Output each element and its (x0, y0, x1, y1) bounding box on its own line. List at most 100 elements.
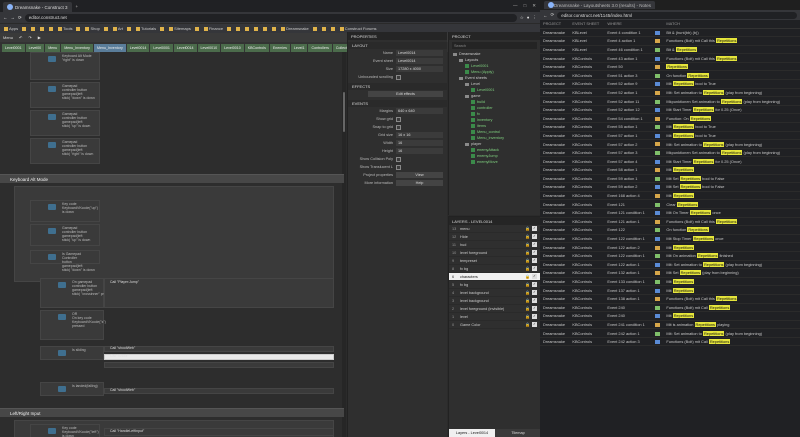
scroll-thumb[interactable] (343, 92, 345, 132)
bookmark-item[interactable]: Art (113, 26, 123, 31)
lock-icon[interactable]: 🔒 (525, 226, 530, 231)
forward-icon[interactable]: → (11, 15, 16, 20)
editor-tab[interactable]: Enemies (269, 44, 290, 52)
result-row[interactable]: Dreamsnake KBControls Event 52 action 11 Mk… (540, 96, 800, 106)
property-checkbox[interactable] (396, 156, 401, 162)
editor-tab[interactable]: Menu_Inventory (61, 44, 93, 52)
result-row[interactable]: Dreamsnake KBControls Event 137 action 1 Mi… (540, 285, 800, 295)
event-condition[interactable]: Keyboard Alt Mode "right" is down (62, 54, 92, 62)
event-block[interactable] (104, 388, 334, 394)
lock-icon[interactable]: 🔒 (525, 314, 530, 319)
lock-icon[interactable]: 🔒 (525, 282, 530, 287)
bookmark-item[interactable] (40, 26, 45, 31)
layer-row[interactable]: 3 level background 🔒 ✓ (449, 297, 540, 305)
bookmark-item[interactable] (76, 26, 81, 31)
bookmark-item[interactable] (313, 26, 318, 31)
edit-effects-button[interactable]: Edit effects (368, 91, 443, 97)
layer-row[interactable]: 1 level 🔒 ✓ (449, 313, 540, 321)
result-row[interactable]: Dreamsnake KBLevel Event 4 action 1 Functio… (540, 36, 800, 46)
result-row[interactable]: Dreamsnake KBControls Event 241 condition … (540, 320, 800, 330)
bookmark-item[interactable] (272, 26, 277, 31)
bookmark-item[interactable] (227, 26, 232, 31)
lock-icon[interactable]: 🔒 (525, 322, 530, 327)
result-row[interactable]: Dreamsnake KBControls Event 242 action 3 Fu… (540, 337, 800, 347)
bookmark-item[interactable] (195, 26, 200, 31)
minimize-button[interactable]: — (513, 3, 518, 9)
column-header[interactable]: EVENT SHEET (569, 20, 605, 29)
visible-checkbox[interactable]: ✓ (532, 274, 537, 279)
bookmark-item[interactable] (236, 26, 241, 31)
layer-row[interactable]: 6 characters 🔒 ✓ (449, 273, 540, 281)
event-condition[interactable]: Gamepad controller button gamepad(left s… (62, 140, 93, 156)
result-row[interactable]: Dreamsnake KBControls Event 133 condition … (540, 277, 800, 287)
tab-layers[interactable]: Layers - Level0014 (449, 429, 495, 437)
back-icon[interactable]: ← (543, 13, 548, 18)
event-action[interactable]: Call "Shoot" (110, 354, 129, 358)
editor-tab[interactable]: Level0014 (126, 44, 150, 52)
lock-icon[interactable]: 🔒 (525, 250, 530, 255)
bookmark-item[interactable] (104, 26, 109, 31)
event-condition[interactable]: Key code KeyboardVKcode("left") is down (62, 426, 99, 437)
result-row[interactable]: Dreamsnake KBControls Event 168 action 4 Mi… (540, 191, 800, 201)
menu-icon[interactable]: ⋮ (533, 15, 538, 21)
result-row[interactable]: Dreamsnake KBLevel Event 4 condition 1 Bit … (540, 28, 800, 38)
lock-icon[interactable]: 🔒 (525, 234, 530, 239)
event-condition[interactable]: Is landed(falling) (72, 384, 98, 388)
visible-checkbox[interactable]: ✓ (532, 226, 537, 231)
editor-tab[interactable]: Level0001 (150, 44, 173, 52)
property-value[interactable]: 640 x 640 (396, 108, 443, 114)
property-value[interactable]: Level0014 (396, 50, 443, 56)
property-checkbox[interactable] (396, 124, 401, 130)
editor-tab[interactable]: Menu_Inventory (93, 44, 126, 52)
redo-icon[interactable]: ↷ (28, 35, 31, 40)
event-condition[interactable]: Gamepad controller button gamepad(left s… (62, 112, 90, 128)
visible-checkbox[interactable]: ✓ (532, 234, 537, 239)
result-row[interactable]: Dreamsnake KBControls Event 52 action 9 Mit… (540, 79, 800, 89)
visible-checkbox[interactable]: ✓ (532, 314, 537, 319)
bookmark-item[interactable] (49, 26, 54, 31)
event-action[interactable]: Call "Player:Jump" (110, 280, 139, 284)
result-row[interactable]: Dreamsnake KBLevel Event 46 condition 1 Bit… (540, 45, 800, 55)
result-row[interactable]: Dreamsnake KBControls Event 54 condition 1… (540, 113, 800, 124)
editor-tab[interactable]: KBControls (244, 44, 269, 52)
result-row[interactable]: Dreamsnake KBControls Event 121 Clear Repet… (540, 199, 800, 209)
layer-row[interactable]: 9 tempreset 🔒 ✓ (449, 257, 540, 265)
event-group[interactable]: Left/Right Input (0, 408, 344, 417)
play-icon[interactable]: ▶ (38, 35, 41, 40)
editor-tab[interactable]: Level0014 (173, 44, 197, 52)
bookmark-item[interactable] (245, 26, 250, 31)
results-url-field[interactable]: editor.construct.net/1145/index.html (557, 11, 797, 19)
event-block[interactable] (104, 346, 334, 352)
event-condition[interactable]: OR On key code KeyboardVKcode("s") press… (72, 312, 106, 328)
menu-button[interactable]: Menu (3, 35, 13, 40)
result-row[interactable]: Dreamsnake KBControls Event 122 condition … (540, 251, 800, 261)
property-value[interactable]: 17280 x 4000 (396, 66, 443, 72)
editor-tab[interactable]: Level1 (290, 44, 308, 52)
event-sheet-scrollbar[interactable] (342, 52, 346, 437)
property-value[interactable]: 16 x 16 (396, 132, 443, 138)
event-condition[interactable]: Key code KeyboardVKcode("up") is down (62, 202, 98, 214)
lock-icon[interactable]: 🔒 (525, 298, 530, 303)
column-header[interactable] (651, 20, 664, 29)
section-events[interactable]: EVENTS (348, 100, 447, 107)
result-row[interactable]: Dreamsnake KBControls Event 121 action 1 Fu… (540, 217, 800, 227)
close-button[interactable]: ✕ (532, 3, 536, 9)
editor-tab[interactable]: Level0010 (197, 44, 221, 52)
result-row[interactable]: Dreamsnake KBControls Event 51 action 3 On … (540, 70, 800, 81)
browser-tab[interactable]: Dreamsnake - Construct 3 (3, 2, 72, 12)
property-value[interactable]: Level0014 (396, 58, 443, 64)
result-row[interactable]: Dreamsnake KBControls Event 43 action 1 Fun… (540, 53, 800, 63)
result-row[interactable]: Dreamsnake KBControls Event 242 action 1 Mi… (540, 328, 800, 338)
bookmark-item[interactable]: Dreamsnake (281, 26, 309, 31)
lock-icon[interactable]: 🔒 (525, 242, 530, 247)
property-checkbox[interactable] (396, 164, 401, 170)
result-row[interactable]: Dreamsnake KBControls Event 55 action 1 Mit… (540, 122, 800, 132)
event-condition[interactable]: Gamepad controller button gamepad(left s… (62, 226, 90, 242)
bookmark-item[interactable] (22, 26, 27, 31)
result-row[interactable]: Dreamsnake KBControls Event 50 Repetitions (540, 62, 800, 72)
section-layout[interactable]: LAYOUT (348, 42, 447, 49)
result-row[interactable]: Dreamsnake KBControls Event 122 action 1 Mi… (540, 260, 800, 270)
result-row[interactable]: Dreamsnake KBControls Event 57 action 3 Mkp… (540, 148, 800, 158)
project-tree-item[interactable]: enemyMove (449, 159, 540, 165)
bookmark-item[interactable] (160, 26, 165, 31)
